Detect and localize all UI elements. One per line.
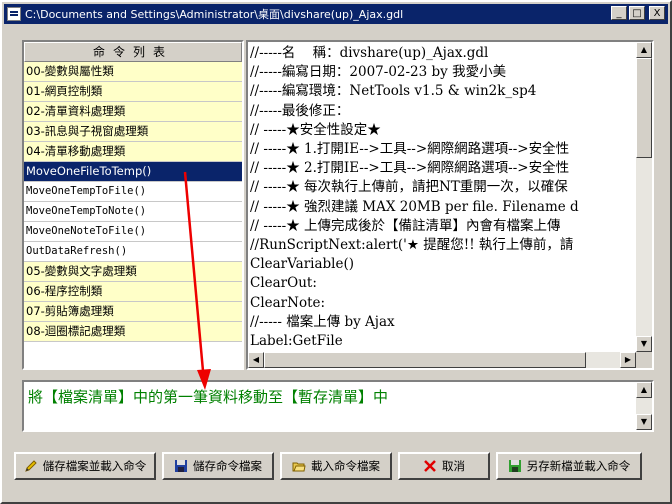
command-category-item[interactable]: 08-迴圈標記處理類 bbox=[24, 322, 242, 342]
command-list: 00-變數與屬性類 01-網頁控制類 02-清單資料處理類 03-訊息與子視窗處理類 0… bbox=[24, 62, 242, 342]
cancel-button[interactable]: 取消 bbox=[398, 452, 490, 480]
save-as-and-load-button[interactable]: 另存新檔並載入命令 bbox=[496, 452, 642, 480]
maximize-button[interactable]: □ bbox=[629, 6, 645, 20]
load-command-label: 載入命令檔案 bbox=[311, 459, 380, 473]
close-button[interactable]: X bbox=[649, 6, 665, 20]
command-category-item[interactable]: 00-變數與屬性類 bbox=[24, 62, 242, 82]
scroll-up-button[interactable]: ▲ bbox=[636, 42, 652, 58]
script-line: //RunScriptNext:alert('★ 提醒您!! 執行上傳前，請 bbox=[250, 237, 574, 254]
red-x-icon bbox=[423, 459, 437, 473]
scroll-right-button[interactable]: ▶ bbox=[620, 352, 636, 368]
command-category-item[interactable]: 03-訊息與子視窗處理類 bbox=[24, 122, 242, 142]
scroll-left-button[interactable]: ◀ bbox=[248, 352, 264, 368]
save-as-and-load-label: 另存新檔並載入命令 bbox=[526, 459, 631, 473]
command-category-item[interactable]: 04-清單移動處理類 bbox=[24, 142, 242, 162]
save-command-label: 儲存命令檔案 bbox=[193, 459, 262, 473]
script-line: // -----★ 2.打開IE-->工具-->網際網路選項-->安全性 bbox=[250, 160, 570, 177]
command-item[interactable]: MoveOneTempToNote() bbox=[24, 202, 242, 222]
script-line: // -----★ 上傳完成後於【備註清單】內會有檔案上傳 bbox=[250, 217, 561, 234]
command-category-item[interactable]: 01-網頁控制類 bbox=[24, 82, 242, 102]
command-item[interactable]: MoveOneTempToFile() bbox=[24, 182, 242, 202]
desc-scroll-down-button[interactable]: ▼ bbox=[636, 414, 652, 430]
floppy-disk-icon bbox=[174, 459, 188, 473]
script-line: // -----★ 每次執行上傳前，請把NT重開一次，以確保 bbox=[250, 179, 568, 196]
app-icon bbox=[7, 7, 21, 21]
cancel-label: 取消 bbox=[442, 459, 465, 473]
vertical-scroll-thumb[interactable] bbox=[636, 58, 652, 158]
command-category-item[interactable]: 07-剪貼簿處理類 bbox=[24, 302, 242, 322]
script-line: ClearVariable() bbox=[250, 256, 354, 273]
script-line: // -----★安全性設定★ bbox=[250, 121, 381, 138]
horizontal-scrollbar[interactable]: ◀ ▶ bbox=[248, 352, 636, 368]
command-item[interactable]: MoveOneFileToTemp() bbox=[24, 162, 242, 182]
save-command-button[interactable]: 儲存命令檔案 bbox=[162, 452, 274, 480]
command-item[interactable]: MoveOneNoteToFile() bbox=[24, 222, 242, 242]
save-and-load-button[interactable]: 儲存檔案並載入命令 bbox=[14, 452, 156, 480]
description-scrollbar[interactable]: ▲ ▼ bbox=[636, 382, 652, 430]
script-line: //-----編寫環境：NetTools v1.5 & win2k_sp4 bbox=[250, 83, 537, 100]
script-line: // -----★ 1.打開IE-->工具-->網際網路選項-->安全性 bbox=[250, 141, 570, 158]
load-command-button[interactable]: 載入命令檔案 bbox=[280, 452, 392, 480]
script-line: Label:GetFile bbox=[250, 333, 343, 350]
command-description: 將【檔案清單】中的第一筆資料移動至【暫存清單】中 bbox=[28, 388, 389, 406]
minimize-button[interactable]: _ bbox=[611, 6, 627, 20]
command-category-item[interactable]: 06-程序控制類 bbox=[24, 282, 242, 302]
horizontal-scroll-thumb[interactable] bbox=[264, 352, 586, 368]
script-line: ClearOut: bbox=[250, 275, 317, 292]
scroll-down-button[interactable]: ▼ bbox=[636, 336, 652, 352]
script-line: //----- 檔案上傳 by Ajax bbox=[250, 313, 395, 330]
save-as-disk-icon bbox=[508, 459, 522, 473]
script-line: // -----★ 強烈建議 MAX 20MB per file. Filena… bbox=[250, 198, 579, 215]
script-text[interactable]: //-----名 稱：divshare(up)_Ajax.gdl //-----編… bbox=[250, 44, 636, 350]
script-line: //-----編寫日期：2007-02-23 by 我愛小美 bbox=[250, 64, 507, 81]
command-description-box[interactable]: 將【檔案清單】中的第一筆資料移動至【暫存清單】中 ▲ ▼ bbox=[22, 380, 654, 432]
desc-scroll-up-button[interactable]: ▲ bbox=[636, 382, 652, 398]
command-category-item[interactable]: 02-清單資料處理類 bbox=[24, 102, 242, 122]
save-and-load-label: 儲存檔案並載入命令 bbox=[42, 459, 147, 473]
open-folder-icon bbox=[292, 459, 306, 473]
script-line: //-----最後修正： bbox=[250, 102, 350, 119]
scrollbar-corner bbox=[636, 352, 652, 368]
window-title: C:\Documents and Settings\Administrator\… bbox=[25, 8, 404, 21]
vertical-scrollbar[interactable]: ▲ ▼ bbox=[636, 42, 652, 352]
script-line: //-----名 稱：divshare(up)_Ajax.gdl bbox=[250, 45, 489, 61]
command-category-item[interactable]: 05-變數與文字處理類 bbox=[24, 262, 242, 282]
command-list-panel: 命令列表 00-變數與屬性類 01-網頁控制類 02-清單資料處理類 03-訊息與子視… bbox=[22, 40, 244, 370]
pencil-icon bbox=[24, 459, 38, 473]
command-list-header: 命令列表 bbox=[24, 42, 242, 62]
script-line: ClearNote: bbox=[250, 294, 326, 311]
command-item[interactable]: OutDataRefresh() bbox=[24, 242, 242, 262]
script-editor[interactable]: //-----名 稱：divshare(up)_Ajax.gdl //-----編… bbox=[246, 40, 654, 370]
title-bar[interactable]: C:\Documents and Settings\Administrator\… bbox=[4, 4, 668, 24]
